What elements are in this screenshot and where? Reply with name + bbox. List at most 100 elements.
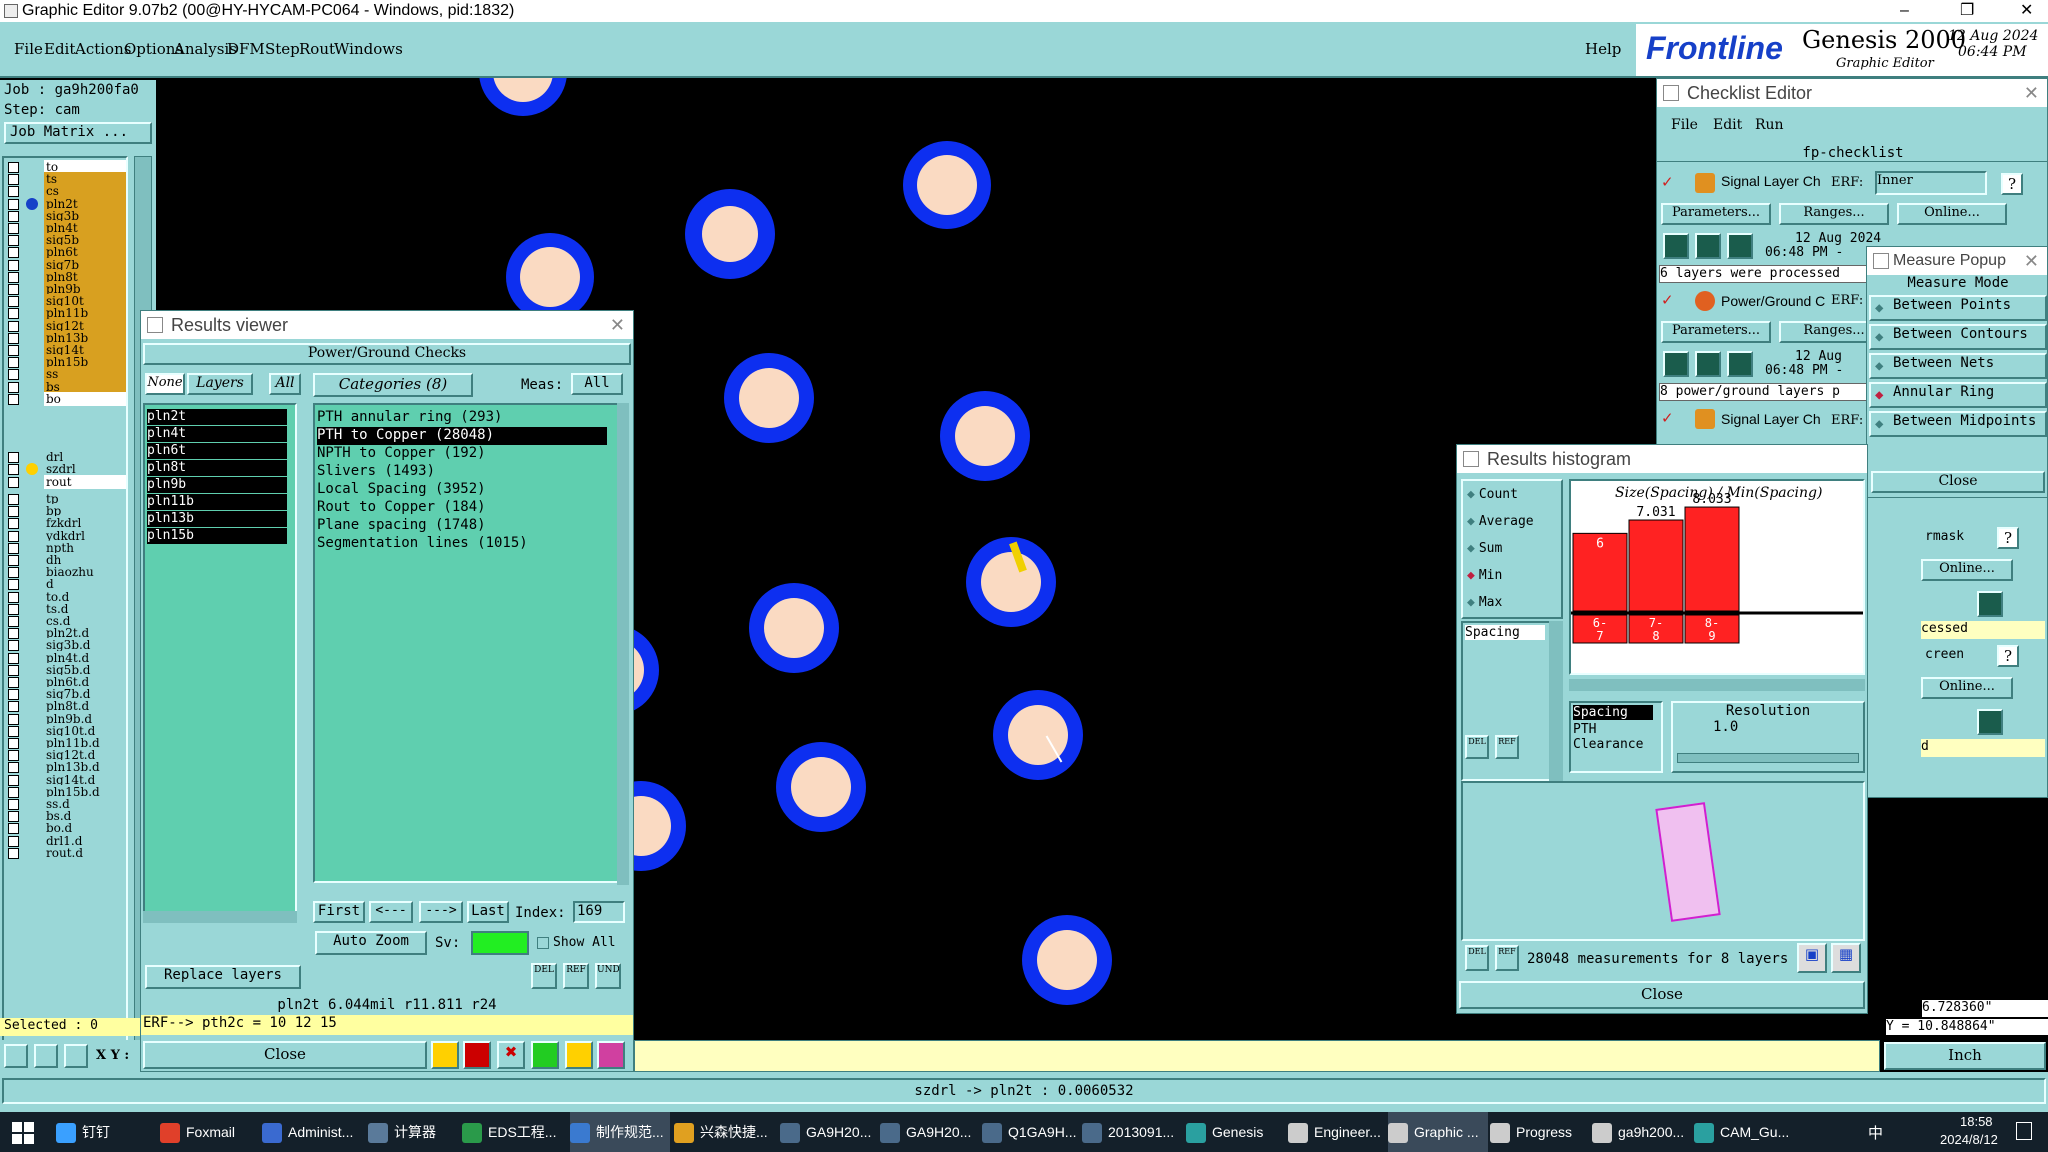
stat-option[interactable]: ◆ Average	[1467, 514, 1534, 529]
run-icon[interactable]	[1663, 351, 1689, 377]
taskbar-app[interactable]: Foxmail	[160, 1112, 258, 1152]
measure-tool-icon[interactable]	[34, 1044, 58, 1068]
measure-option[interactable]: ◆ Between Midpoints	[1869, 411, 2047, 437]
menu-edit[interactable]: Edit	[44, 40, 75, 58]
row3-name[interactable]: Signal Layer Ch	[1721, 411, 1821, 427]
category-item[interactable]: Local Spacing (3952)	[317, 481, 607, 499]
first-button[interactable]: First	[313, 901, 365, 923]
taskbar-app[interactable]: Progress	[1490, 1112, 1588, 1152]
layers-button[interactable]: Layers	[187, 373, 253, 395]
layer-row[interactable]: bo	[4, 391, 126, 407]
view-icon[interactable]	[1695, 351, 1721, 377]
menu-file[interactable]: File	[14, 40, 43, 58]
online-button[interactable]: Online...	[1921, 677, 2013, 699]
stat-option[interactable]: ◆ Max	[1467, 595, 1502, 610]
row1-name[interactable]: Signal Layer Ch	[1721, 173, 1821, 189]
category-item[interactable]: Slivers (1493)	[317, 463, 607, 481]
category-item[interactable]: Plane spacing (1748)	[317, 517, 607, 535]
tool-icon-2[interactable]	[463, 1041, 491, 1069]
drill-pad[interactable]	[506, 233, 594, 321]
type-pth[interactable]: PTH	[1573, 722, 1659, 737]
resolution-slider[interactable]	[1677, 753, 1859, 763]
stat-option[interactable]: ◆ Sum	[1467, 541, 1502, 556]
zoom-icon[interactable]	[1977, 591, 2003, 617]
drill-pad[interactable]	[940, 391, 1030, 481]
erf-icon[interactable]	[1727, 233, 1753, 259]
measure-option[interactable]: ◆ Between Nets	[1869, 353, 2047, 379]
taskbar-app[interactable]: 制作规范...	[570, 1112, 670, 1152]
layer-checkbox[interactable]	[8, 464, 19, 476]
histogram-bar[interactable]	[1628, 519, 1684, 612]
tool-icon-1[interactable]	[431, 1041, 459, 1069]
histogram-close-button[interactable]: Close	[1459, 981, 1865, 1009]
histogram-bar[interactable]	[1684, 506, 1740, 612]
none-button[interactable]: None	[145, 373, 185, 395]
layer-row[interactable]: rout.d	[4, 845, 126, 861]
taskbar-app[interactable]: 计算器	[368, 1112, 466, 1152]
menu-step[interactable]: Step	[265, 40, 300, 58]
result-layer-item[interactable]: pln6t	[147, 443, 287, 459]
help-menu[interactable]: Help	[1585, 40, 1621, 58]
category-item[interactable]: NPTH to Copper (192)	[317, 445, 607, 463]
layer-checkbox[interactable]	[8, 393, 19, 405]
restore-icon[interactable]: ❐	[1960, 0, 1974, 22]
layer-checkbox[interactable]	[8, 452, 19, 463]
chart-scrollbar[interactable]	[1569, 679, 1865, 691]
type-clearance[interactable]: Clearance	[1573, 737, 1659, 752]
undo-icon[interactable]: UNDO	[595, 963, 621, 989]
close-icon[interactable]: ✕	[2024, 247, 2039, 275]
category-scrollbar[interactable]	[617, 403, 629, 885]
layer-name[interactable]: rout.d	[44, 845, 126, 860]
taskbar-app[interactable]: 兴森快捷...	[674, 1112, 772, 1152]
menu-dfm[interactable]: DFM	[227, 40, 265, 58]
board-preview[interactable]	[1461, 781, 1865, 941]
check-icon[interactable]: ✓	[1661, 409, 1674, 427]
close-icon[interactable]: ✕	[2024, 79, 2039, 107]
taskbar-app[interactable]: EDS工程...	[462, 1112, 560, 1152]
category-item[interactable]: PTH annular ring (293)	[317, 409, 607, 427]
result-layer-item[interactable]: pln2t	[147, 409, 287, 425]
replace-layers-select[interactable]: Replace layers	[145, 965, 301, 989]
close-icon[interactable]: ✕	[2020, 0, 2033, 22]
tool-icon-3[interactable]: ✖	[497, 1041, 525, 1069]
layer-list-scrollbar[interactable]	[143, 911, 297, 923]
result-layer-item[interactable]: pln9b	[147, 477, 287, 493]
notification-icon[interactable]	[2016, 1122, 2032, 1140]
erf-icon[interactable]	[1727, 351, 1753, 377]
show-all-checkbox[interactable]	[537, 937, 549, 949]
drill-pad[interactable]	[1022, 915, 1112, 1005]
category-item[interactable]: Segmentation lines (1015)	[317, 535, 607, 553]
layer-row[interactable]: rout	[4, 474, 126, 490]
taskbar-app[interactable]: 钉钉	[56, 1112, 154, 1152]
index-field[interactable]: 169	[573, 901, 625, 923]
taskbar-app[interactable]: GA9H20...	[780, 1112, 878, 1152]
spacing-scrollbar[interactable]	[1549, 621, 1563, 781]
measure-option[interactable]: ◆ Between Contours	[1869, 324, 2047, 350]
command-bar[interactable]	[634, 1040, 1880, 1072]
menu-windows[interactable]: Windows	[334, 40, 403, 58]
taskbar-app[interactable]: Genesis	[1186, 1112, 1284, 1152]
result-layer-item[interactable]: pln4t	[147, 426, 287, 442]
drill-pad[interactable]	[685, 189, 775, 279]
help-icon[interactable]: ?	[2001, 173, 2023, 195]
stat-option[interactable]: ◆ Min	[1467, 568, 1502, 583]
taskbar-app[interactable]: ga9h200...	[1592, 1112, 1690, 1152]
drill-pad[interactable]	[749, 583, 839, 673]
taskbar-app[interactable]: 2013091...	[1082, 1112, 1180, 1152]
prev-button[interactable]: <---	[369, 901, 413, 923]
results-close-button[interactable]: Close	[143, 1041, 427, 1069]
type-spacing[interactable]: Spacing	[1573, 705, 1653, 720]
online-button[interactable]: Online...	[1897, 203, 2007, 225]
drill-pad[interactable]	[903, 141, 991, 229]
result-layer-item[interactable]: pln8t	[147, 460, 287, 476]
run-icon[interactable]	[1663, 233, 1689, 259]
layer-name[interactable]: rout	[44, 474, 126, 489]
measure-option[interactable]: ◆ Annular Ring	[1869, 382, 2047, 408]
online-button[interactable]: Online...	[1921, 559, 2013, 581]
tool-icon-4[interactable]	[531, 1041, 559, 1069]
auto-zoom-select[interactable]: Auto Zoom	[315, 931, 427, 955]
windows-start-icon[interactable]	[12, 1122, 34, 1144]
layer-checkbox[interactable]	[8, 847, 19, 859]
export-icon[interactable]: ▣	[1797, 943, 1827, 973]
ref-icon[interactable]: REF	[1495, 735, 1519, 759]
